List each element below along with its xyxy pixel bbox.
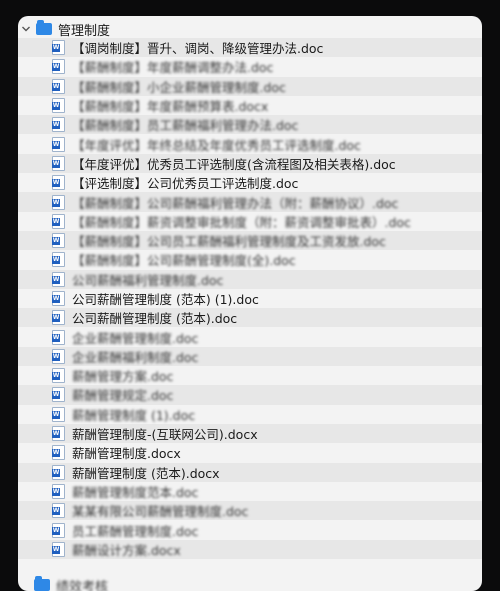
file-row[interactable]: 薪酬管理规定.doc: [18, 385, 482, 404]
file-row[interactable]: 【薪酬制度】公司薪酬管理制度(全).doc: [18, 250, 482, 269]
file-row[interactable]: 公司薪酬管理制度 (范本).doc: [18, 308, 482, 327]
folder-icon: [36, 23, 52, 35]
file-name: 【薪酬制度】年度薪酬调整办法.doc: [72, 57, 273, 76]
word-doc-icon: [52, 368, 65, 383]
word-doc-icon: [52, 387, 65, 402]
file-name: 薪酬管理方案.doc: [72, 366, 173, 385]
file-row[interactable]: 企业薪酬福利制度.doc: [18, 347, 482, 366]
file-row[interactable]: 公司薪酬管理制度 (范本) (1).doc: [18, 289, 482, 308]
file-row[interactable]: 薪酬管理制度范本.doc: [18, 482, 482, 501]
file-row[interactable]: 【薪酬制度】年度薪酬调整办法.doc: [18, 57, 482, 76]
file-name: 【薪酬制度】年度薪酬预算表.docx: [72, 96, 268, 115]
word-doc-icon: [52, 59, 65, 74]
word-doc-icon: [52, 175, 65, 190]
word-doc-icon: [52, 98, 65, 113]
file-name: 员工薪酬管理制度.doc: [72, 521, 198, 540]
file-name: 【薪酬制度】公司薪酬福利管理办法（附：薪酬协议）.doc: [72, 193, 398, 212]
word-doc-icon: [52, 407, 65, 422]
word-doc-icon: [52, 426, 65, 441]
word-doc-icon: [52, 465, 65, 480]
word-doc-icon: [52, 330, 65, 345]
file-name: 公司薪酬管理制度 (范本).doc: [72, 308, 237, 327]
file-name: 【年度评优】年终总结及年度优秀员工评选制度.doc: [72, 135, 361, 154]
folder-row-management[interactable]: 管理制度: [18, 19, 482, 39]
file-name: 【薪酬制度】薪资调整审批制度（附：薪资调整审批表）.doc: [72, 212, 411, 231]
word-doc-icon: [52, 214, 65, 229]
word-doc-icon: [52, 252, 65, 267]
file-row[interactable]: 【薪酬制度】公司薪酬福利管理办法（附：薪酬协议）.doc: [18, 192, 482, 211]
file-row[interactable]: 【年度评优】优秀员工评选制度(含流程图及相关表格).doc: [18, 154, 482, 173]
folder-name: 管理制度: [58, 20, 110, 39]
word-doc-icon: [52, 503, 65, 518]
finder-list-panel: 管理制度 【调岗制度】晋升、调岗、降级管理办法.doc【薪酬制度】年度薪酬调整办…: [18, 16, 482, 591]
word-doc-icon: [52, 117, 65, 132]
file-row[interactable]: 【薪酬制度】年度薪酬预算表.docx: [18, 96, 482, 115]
word-doc-icon: [52, 484, 65, 499]
folder-row-next[interactable]: 绩效考核: [18, 576, 482, 591]
file-row[interactable]: 薪酬管理方案.doc: [18, 366, 482, 385]
word-doc-icon: [52, 272, 65, 287]
file-name: 薪酬管理制度-(互联网公司).docx: [72, 424, 258, 443]
folder-name: 绩效考核: [56, 576, 108, 591]
file-name: 【评选制度】公司优秀员工评选制度.doc: [72, 173, 298, 192]
file-row[interactable]: 薪酬管理制度-(互联网公司).docx: [18, 424, 482, 443]
word-doc-icon: [52, 195, 65, 210]
word-doc-icon: [52, 523, 65, 538]
file-name: 企业薪酬管理制度.doc: [72, 328, 198, 347]
file-name: 薪酬管理制度 (1).doc: [72, 405, 195, 424]
file-row[interactable]: 【薪酬制度】薪资调整审批制度（附：薪资调整审批表）.doc: [18, 212, 482, 231]
chevron-down-icon[interactable]: [20, 23, 32, 35]
file-row[interactable]: 薪酬管理制度 (范本).docx: [18, 463, 482, 482]
file-row[interactable]: 公司薪酬福利管理制度.doc: [18, 270, 482, 289]
file-name: 薪酬管理制度 (范本).docx: [72, 463, 220, 482]
word-doc-icon: [52, 137, 65, 152]
file-name: 薪酬管理制度.docx: [72, 443, 181, 462]
file-row[interactable]: 【薪酬制度】小企业薪酬管理制度.doc: [18, 77, 482, 96]
file-row[interactable]: 【年度评优】年终总结及年度优秀员工评选制度.doc: [18, 134, 482, 153]
file-name: 【薪酬制度】公司薪酬管理制度(全).doc: [72, 250, 296, 269]
file-name: 薪酬管理规定.doc: [72, 385, 173, 404]
file-name: 企业薪酬福利制度.doc: [72, 347, 198, 366]
word-doc-icon: [52, 40, 65, 55]
file-name: 【调岗制度】晋升、调岗、降级管理办法.doc: [72, 38, 323, 57]
file-row[interactable]: 员工薪酬管理制度.doc: [18, 520, 482, 539]
file-name: 公司薪酬管理制度 (范本) (1).doc: [72, 289, 259, 308]
word-doc-icon: [52, 156, 65, 171]
file-name: 某某有限公司薪酬管理制度.doc: [72, 501, 248, 520]
folder-icon: [34, 579, 50, 591]
file-row[interactable]: 薪酬管理制度.docx: [18, 443, 482, 462]
file-name: 【薪酬制度】小企业薪酬管理制度.doc: [72, 77, 286, 96]
file-name: 【年度评优】优秀员工评选制度(含流程图及相关表格).doc: [72, 154, 396, 173]
file-row[interactable]: 【评选制度】公司优秀员工评选制度.doc: [18, 173, 482, 192]
word-doc-icon: [52, 79, 65, 94]
word-doc-icon: [52, 445, 65, 460]
file-row[interactable]: 薪酬管理制度 (1).doc: [18, 405, 482, 424]
word-doc-icon: [52, 233, 65, 248]
file-row[interactable]: 某某有限公司薪酬管理制度.doc: [18, 501, 482, 520]
file-row[interactable]: 薪酬设计方案.docx: [18, 540, 482, 559]
file-name: 薪酬设计方案.docx: [72, 540, 181, 559]
file-list: 【调岗制度】晋升、调岗、降级管理办法.doc【薪酬制度】年度薪酬调整办法.doc…: [18, 38, 482, 559]
file-row[interactable]: 【薪酬制度】公司员工薪酬福利管理制度及工资发放.doc: [18, 231, 482, 250]
word-doc-icon: [52, 349, 65, 364]
word-doc-icon: [52, 291, 65, 306]
file-name: 薪酬管理制度范本.doc: [72, 482, 198, 501]
file-name: 【薪酬制度】公司员工薪酬福利管理制度及工资发放.doc: [72, 231, 386, 250]
word-doc-icon: [52, 310, 65, 325]
file-row[interactable]: 【薪酬制度】员工薪酬福利管理办法.doc: [18, 115, 482, 134]
file-row[interactable]: 企业薪酬管理制度.doc: [18, 327, 482, 346]
word-doc-icon: [52, 542, 65, 557]
file-row[interactable]: 【调岗制度】晋升、调岗、降级管理办法.doc: [18, 38, 482, 57]
file-name: 【薪酬制度】员工薪酬福利管理办法.doc: [72, 115, 298, 134]
file-name: 公司薪酬福利管理制度.doc: [72, 270, 223, 289]
